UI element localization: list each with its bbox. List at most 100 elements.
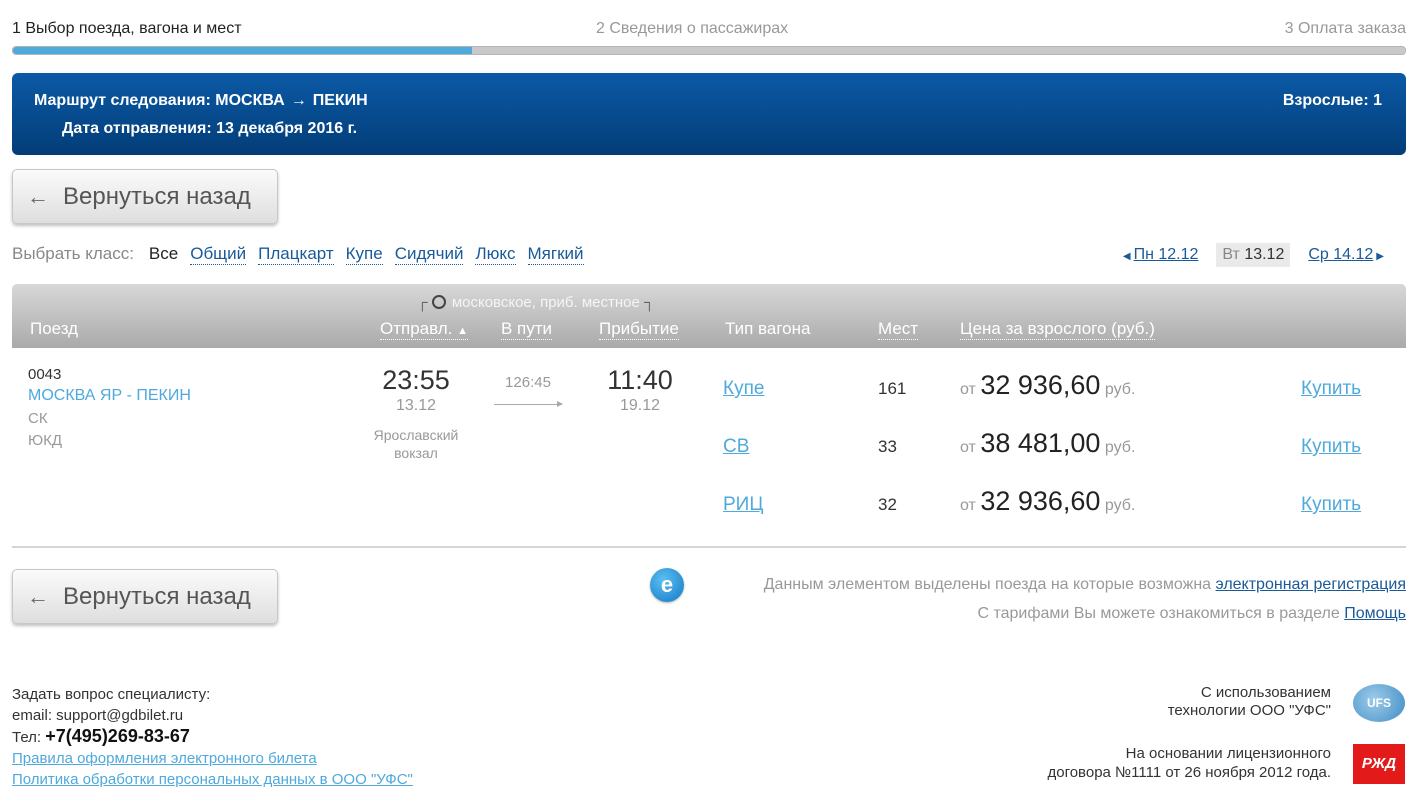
price-currency: руб. xyxy=(1104,381,1136,398)
col-price[interactable]: Цена за взрослого (руб.) xyxy=(960,319,1155,340)
car-type-link[interactable]: РИЦ xyxy=(723,494,763,516)
price-from: от xyxy=(960,439,976,456)
next-date-link[interactable]: Ср 14.12 ▶ xyxy=(1308,246,1387,264)
route-banner: Маршрут следования: МОСКВА → ПЕКИН Дата от… xyxy=(12,73,1406,155)
price-amount: 32 936,60 xyxy=(980,370,1101,400)
car-option: РИЦ 32 от 32 936,60 руб. Купить xyxy=(12,486,1406,526)
steps-progress-bar xyxy=(12,46,1406,55)
license-line2: договора №1111 от 26 ноября 2012 года. xyxy=(1047,764,1331,781)
class-option-seated[interactable]: Сидячий xyxy=(394,244,464,265)
price-currency: руб. xyxy=(1104,497,1136,514)
class-option-general[interactable]: Общий xyxy=(190,244,247,265)
tariff-note-text: С тарифами Вы можете ознакомиться в разд… xyxy=(977,605,1340,622)
prev-date-link[interactable]: ◀ Пн 12.12 xyxy=(1120,246,1199,264)
back-button-label: Вернуться назад xyxy=(63,582,251,610)
departure-date: Дата отправления: 13 декабря 2016 г. xyxy=(62,120,358,137)
car-seats: 33 xyxy=(878,437,897,456)
rzd-logo: РЖД xyxy=(1353,744,1405,784)
car-option: СВ 33 от 38 481,00 руб. Купить xyxy=(12,428,1406,468)
price-currency: руб. xyxy=(1104,439,1136,456)
car-price: от 38 481,00 руб. xyxy=(960,428,1135,459)
arrow-left-icon: ← xyxy=(27,183,49,209)
triangle-left-icon: ◀ xyxy=(1122,251,1131,262)
class-option-kupe[interactable]: Купе xyxy=(345,244,383,265)
ufs-credit-line2: технологии ООО "УФС" xyxy=(1167,702,1331,719)
class-filter-label: Выбрать класс: xyxy=(12,244,134,263)
footer-ask: Задать вопрос специалисту: xyxy=(12,686,211,703)
license-line1: На основании лицензионного xyxy=(1125,745,1331,762)
footer-email: email: support@gdbilet.ru xyxy=(12,707,184,724)
arrow-left-icon: ← xyxy=(27,583,49,609)
phone-label: Тел: xyxy=(12,729,42,746)
back-button-bottom[interactable]: ← Вернуться назад xyxy=(12,569,278,624)
route-destination: ПЕКИН xyxy=(312,92,368,109)
table-header: ┌ московское, приб. местное ┐ Поезд Отпр… xyxy=(12,284,1406,348)
phone-number: +7(495)269-83-67 xyxy=(45,726,190,746)
next-date-label: Ср 14.12 xyxy=(1308,246,1374,263)
route-info: Маршрут следования: МОСКВА → ПЕКИН xyxy=(34,92,368,110)
col-travel-time[interactable]: В пути xyxy=(501,319,553,340)
back-button-label: Вернуться назад xyxy=(63,182,251,210)
buy-button[interactable]: Купить xyxy=(1301,378,1361,400)
steps-progress-fill xyxy=(13,47,473,54)
col-car-type[interactable]: Тип вагона xyxy=(725,319,810,339)
sort-asc-icon: ▲ xyxy=(457,325,469,337)
timezone-label: московское, приб. местное xyxy=(451,294,640,311)
car-type-link[interactable]: СВ xyxy=(723,436,749,458)
prev-date-label: Пн 12.12 xyxy=(1133,246,1199,263)
price-amount: 32 936,60 xyxy=(980,486,1101,516)
car-option: Купе 161 от 32 936,60 руб. Купить xyxy=(12,370,1406,410)
back-button-top[interactable]: ← Вернуться назад xyxy=(12,169,278,224)
car-seats: 32 xyxy=(878,495,897,514)
col-departure-label: Отправл. xyxy=(380,319,453,338)
timezone-note: ┌ московское, приб. местное ┐ xyxy=(417,294,655,311)
class-option-platskart[interactable]: Плацкарт xyxy=(258,244,334,265)
ufs-credit-line1: С использованием xyxy=(1200,684,1331,701)
checkout-steps: 1 Выбор поезда, вагона и мест 2 Сведения… xyxy=(12,18,1406,58)
col-train[interactable]: Поезд xyxy=(30,319,78,339)
current-date-value: 13.12 xyxy=(1244,246,1285,263)
e-registration-icon: e xyxy=(650,568,684,602)
car-type-link[interactable]: Купе xyxy=(723,378,764,400)
privacy-policy-link[interactable]: Политика обработки персональных данных в… xyxy=(12,769,413,790)
route-label: Маршрут следования: МОСКВА xyxy=(34,92,285,109)
class-filter: Выбрать класс: Все Общий Плацкарт Купе С… xyxy=(12,244,584,265)
adults-count: Взрослые: 1 xyxy=(1282,92,1382,109)
class-option-soft[interactable]: Мягкий xyxy=(527,244,584,265)
arrow-right-icon: → xyxy=(290,92,307,109)
step-3-label: 3 Оплата заказа xyxy=(1284,20,1406,37)
buy-button[interactable]: Купить xyxy=(1301,436,1361,458)
triangle-right-icon: ▶ xyxy=(1376,251,1384,262)
help-link[interactable]: Помощь xyxy=(1344,605,1406,622)
train-category: СК xyxy=(28,410,48,427)
rules-link[interactable]: Правила оформления электронного билета xyxy=(12,748,413,769)
current-dow: Вт xyxy=(1222,246,1240,263)
buy-button[interactable]: Купить xyxy=(1301,494,1361,516)
price-from: от xyxy=(960,381,976,398)
price-amount: 38 481,00 xyxy=(980,428,1101,458)
step-1-label: 1 Выбор поезда, вагона и мест xyxy=(12,20,242,37)
col-seats[interactable]: Мест xyxy=(878,319,919,340)
tariff-note: С тарифами Вы можете ознакомиться в разд… xyxy=(977,605,1406,623)
car-price: от 32 936,60 руб. xyxy=(960,370,1135,401)
license-note: На основании лицензионного договора №111… xyxy=(1047,744,1331,782)
car-seats: 161 xyxy=(878,379,907,398)
ufs-logo: UFS xyxy=(1353,684,1405,722)
footer-phone: Тел: +7(495)269-83-67 xyxy=(12,726,413,748)
class-option-all[interactable]: Все xyxy=(149,244,178,265)
car-price: от 32 936,60 руб. xyxy=(960,486,1135,517)
ereg-note-text: Данным элементом выделены поезда на кото… xyxy=(763,576,1212,593)
footer-contacts: Задать вопрос специалисту: email: suppor… xyxy=(12,684,413,790)
step-2-label: 2 Сведения о пассажирах xyxy=(596,20,789,37)
col-arrival[interactable]: Прибытие xyxy=(599,319,679,340)
date-navigation: ◀ Пн 12.12 Вт 13.12 Ср 14.12 ▶ xyxy=(1120,243,1387,267)
ereg-link[interactable]: электронная регистрация xyxy=(1216,576,1407,593)
current-date: Вт 13.12 xyxy=(1216,243,1291,267)
col-departure[interactable]: Отправл. ▲ xyxy=(380,319,469,340)
ereg-note: Данным элементом выделены поезда на кото… xyxy=(764,576,1406,594)
train-row: 0043 МОСКВА ЯР - ПЕКИН СК ЮКД 23:55 13.1… xyxy=(12,350,1406,548)
class-option-lux[interactable]: Люкс xyxy=(475,244,516,265)
clock-icon xyxy=(431,295,446,309)
ufs-credit: С использованием технологии ООО "УФС" xyxy=(1168,684,1331,720)
price-from: от xyxy=(960,497,976,514)
